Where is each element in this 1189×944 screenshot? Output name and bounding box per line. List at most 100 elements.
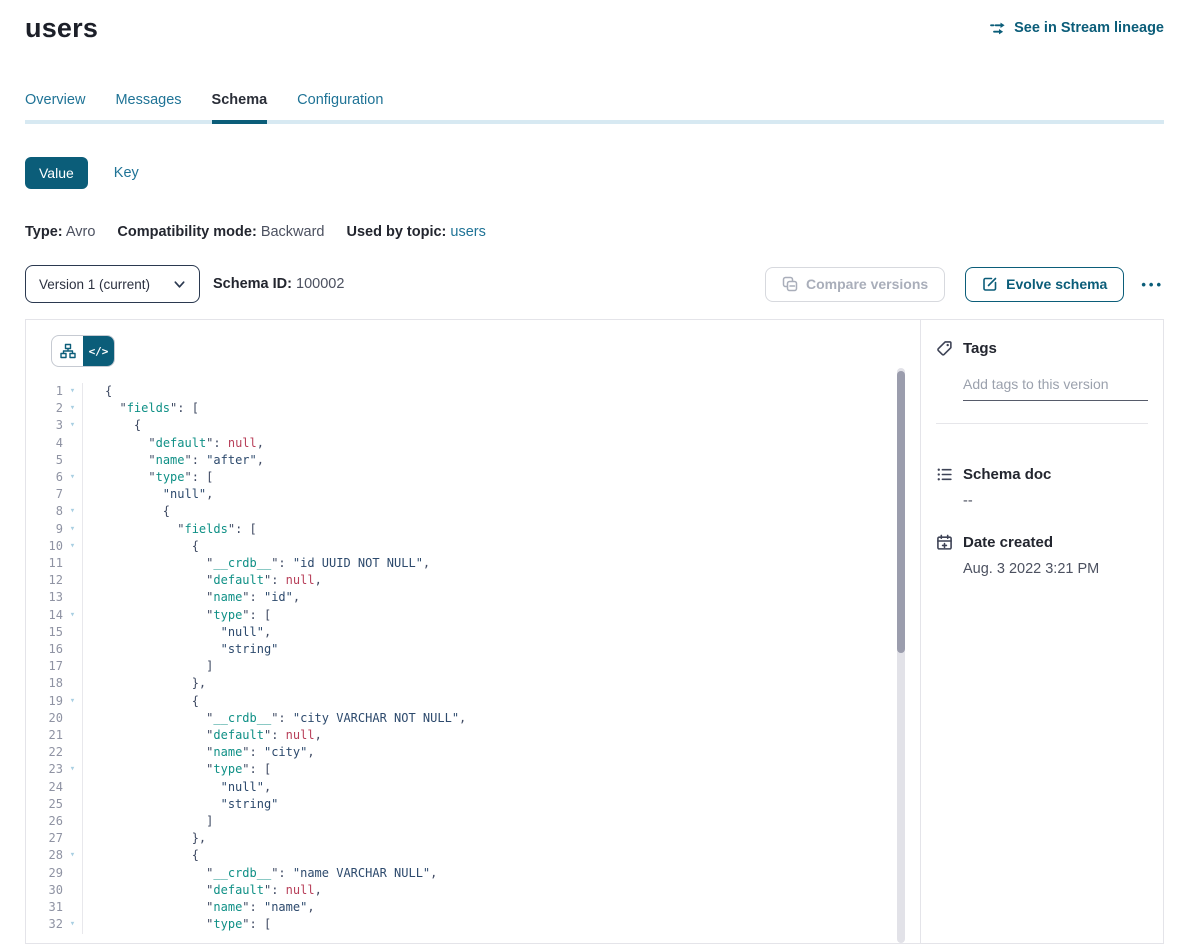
editor-scrollbar-track[interactable] <box>897 368 905 943</box>
code-line: 6▾ "type": [ <box>26 469 920 486</box>
value-tab-button[interactable]: Value <box>25 157 88 189</box>
schema-meta-row: Type: Avro Compatibility mode: Backward … <box>25 224 1164 240</box>
code-line: 20 "__crdb__": "city VARCHAR NOT NULL", <box>26 710 920 727</box>
fold-toggle-icon[interactable]: ▾ <box>63 607 83 624</box>
code-line: 13 "name": "id", <box>26 589 920 606</box>
line-number: 32 <box>26 916 63 933</box>
editor-scrollbar-thumb[interactable] <box>897 371 905 653</box>
tab-configuration[interactable]: Configuration <box>297 92 383 120</box>
fold-toggle-icon[interactable]: ▾ <box>63 503 83 520</box>
line-number: 11 <box>26 555 63 572</box>
code-line: 2▾ "fields": [ <box>26 400 920 417</box>
compare-versions-icon <box>782 276 798 292</box>
code-view-icon: </> <box>89 345 109 358</box>
line-number: 13 <box>26 589 63 606</box>
gutter-spacer <box>63 882 83 899</box>
fold-toggle-icon[interactable]: ▾ <box>63 916 83 933</box>
code-line: 17 ] <box>26 658 920 675</box>
gutter-spacer <box>63 452 83 469</box>
code-line: 8▾ { <box>26 503 920 520</box>
add-tags-input[interactable]: Add tags to this version <box>963 376 1148 401</box>
line-number: 25 <box>26 796 63 813</box>
code-line: 28▾ { <box>26 847 920 864</box>
page-header: users See in Stream lineage <box>25 10 1164 46</box>
gutter-spacer <box>63 744 83 761</box>
schema-id: Schema ID: 100002 <box>213 276 344 292</box>
code-line: 18 }, <box>26 675 920 692</box>
fold-toggle-icon[interactable]: ▾ <box>63 538 83 555</box>
code-line: 19▾ { <box>26 693 920 710</box>
line-number: 15 <box>26 624 63 641</box>
code-line: 26 ] <box>26 813 920 830</box>
code-line: 29 "__crdb__": "name VARCHAR NULL", <box>26 865 920 882</box>
fold-toggle-icon[interactable]: ▾ <box>63 417 83 434</box>
tree-view-button[interactable] <box>52 336 83 366</box>
schema-panel: </> 1▾{2▾ "fields": [3▾ {4 "default": nu… <box>25 319 1164 944</box>
compare-versions-button[interactable]: Compare versions <box>765 267 945 302</box>
gutter-spacer <box>63 727 83 744</box>
fold-toggle-icon[interactable]: ▾ <box>63 400 83 417</box>
evolve-schema-button[interactable]: Evolve schema <box>965 267 1124 302</box>
line-number: 3 <box>26 417 63 434</box>
line-number: 10 <box>26 538 63 555</box>
line-number: 9 <box>26 521 63 538</box>
key-tab-button[interactable]: Key <box>114 165 139 181</box>
fold-toggle-icon[interactable]: ▾ <box>63 847 83 864</box>
tab-overview[interactable]: Overview <box>25 92 85 120</box>
fold-toggle-icon[interactable]: ▾ <box>63 469 83 486</box>
code-line: 15 "null", <box>26 624 920 641</box>
code-view-button[interactable]: </> <box>83 336 114 366</box>
gutter-spacer <box>63 555 83 572</box>
tabs: Overview Messages Schema Configuration <box>25 92 1164 124</box>
gutter-spacer <box>63 779 83 796</box>
line-number: 27 <box>26 830 63 847</box>
code-line: 1▾{ <box>26 383 920 400</box>
line-number: 26 <box>26 813 63 830</box>
schema-doc-header: Schema doc <box>936 466 1148 483</box>
calendar-add-icon <box>936 534 953 551</box>
gutter-spacer <box>63 675 83 692</box>
version-select[interactable]: Version 1 (current) <box>25 265 200 303</box>
schema-type: Type: Avro <box>25 224 95 240</box>
schema-page: users See in Stream lineage Overview Mess… <box>0 10 1189 944</box>
code-line: 22 "name": "city", <box>26 744 920 761</box>
line-number: 4 <box>26 435 63 452</box>
fold-toggle-icon[interactable]: ▾ <box>63 761 83 778</box>
date-created-value: Aug. 3 2022 3:21 PM <box>963 561 1148 577</box>
line-number: 21 <box>26 727 63 744</box>
gutter-spacer <box>63 865 83 882</box>
fold-toggle-icon[interactable]: ▾ <box>63 383 83 400</box>
code-lines: 1▾{2▾ "fields": [3▾ {4 "default": null,5… <box>26 383 920 934</box>
schema-sidebar: Tags Add tags to this version Schema doc <box>921 320 1163 943</box>
line-number: 1 <box>26 383 63 400</box>
line-number: 6 <box>26 469 63 486</box>
tab-messages[interactable]: Messages <box>115 92 181 120</box>
date-created-header: Date created <box>936 534 1148 551</box>
gutter-spacer <box>63 641 83 658</box>
stream-lineage-link[interactable]: See in Stream lineage <box>990 20 1164 36</box>
line-number: 28 <box>26 847 63 864</box>
overflow-menu-button[interactable]: ••• <box>1141 278 1164 291</box>
code-line: 23▾ "type": [ <box>26 761 920 778</box>
line-number: 24 <box>26 779 63 796</box>
chevron-down-icon <box>173 278 186 291</box>
code-line: 12 "default": null, <box>26 572 920 589</box>
tab-schema[interactable]: Schema <box>212 92 268 124</box>
gutter-spacer <box>63 624 83 641</box>
gutter-spacer <box>63 830 83 847</box>
topic-link[interactable]: users <box>450 224 485 240</box>
gutter-spacer <box>63 710 83 727</box>
code-line: 9▾ "fields": [ <box>26 521 920 538</box>
line-number: 20 <box>26 710 63 727</box>
line-number: 30 <box>26 882 63 899</box>
used-by-topic: Used by topic: users <box>346 224 485 240</box>
code-line: 11 "__crdb__": "id UUID NOT NULL", <box>26 555 920 572</box>
code-line: 3▾ { <box>26 417 920 434</box>
line-number: 31 <box>26 899 63 916</box>
fold-toggle-icon[interactable]: ▾ <box>63 521 83 538</box>
line-number: 7 <box>26 486 63 503</box>
fold-toggle-icon[interactable]: ▾ <box>63 693 83 710</box>
version-controls-row: Version 1 (current) Schema ID: 100002 Co… <box>25 265 1164 303</box>
line-number: 23 <box>26 761 63 778</box>
gutter-spacer <box>63 813 83 830</box>
